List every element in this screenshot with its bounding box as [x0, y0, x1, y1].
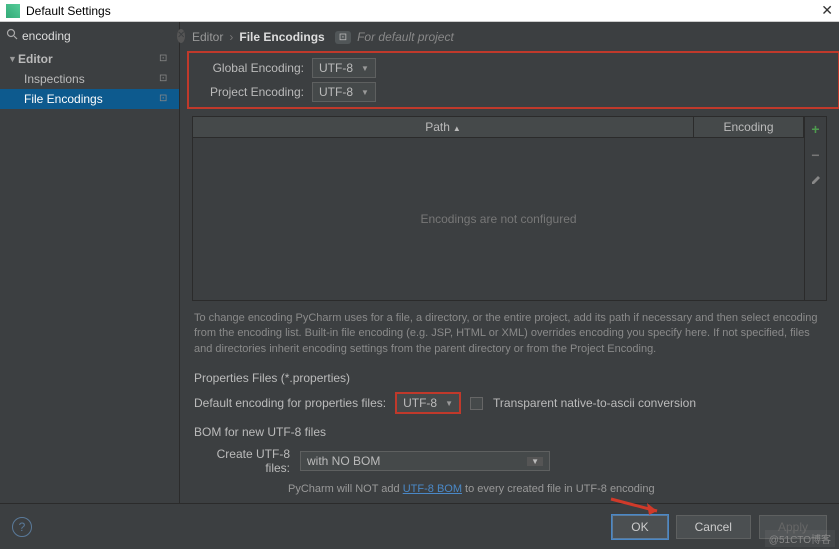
project-encoding-label: Project Encoding:	[204, 85, 304, 99]
close-icon[interactable]: ✕	[821, 2, 833, 19]
global-encoding-dropdown[interactable]: UTF-8 ▼	[312, 58, 376, 78]
caret-down-icon: ▼	[445, 399, 453, 408]
caret-down-icon: ▼	[527, 457, 543, 466]
help-text: To change encoding PyCharm uses for a fi…	[180, 301, 839, 365]
cancel-button[interactable]: Cancel	[676, 515, 751, 539]
sidebar-item-file-encodings[interactable]: File Encodings ⊡	[0, 89, 179, 109]
create-utf8-select[interactable]: with NO BOM ▼	[300, 451, 550, 471]
utf8-bom-link[interactable]: UTF-8 BOM	[403, 483, 462, 495]
search-icon	[6, 28, 18, 43]
project-encoding-dropdown[interactable]: UTF-8 ▼	[312, 82, 376, 102]
chevron-down-icon: ▼	[8, 54, 18, 64]
ok-button[interactable]: OK	[612, 515, 667, 539]
breadcrumb-parent[interactable]: Editor	[192, 30, 223, 44]
edit-icon[interactable]	[810, 173, 822, 189]
transparent-ascii-label: Transparent native-to-ascii conversion	[493, 396, 696, 410]
breadcrumb-current: File Encodings	[239, 30, 324, 44]
global-encoding-row: Global Encoding: UTF-8 ▼	[192, 56, 835, 80]
search-input[interactable]	[22, 29, 177, 43]
properties-encoding-dropdown[interactable]: UTF-8 ▼	[396, 393, 460, 413]
app-icon	[6, 4, 20, 18]
bom-row: Create UTF-8 files: with NO BOM ▼	[180, 441, 839, 481]
caret-down-icon: ▼	[361, 64, 369, 73]
remove-icon[interactable]: −	[811, 147, 819, 163]
sidebar-item-editor[interactable]: ▼ Editor ⊡	[0, 49, 179, 69]
add-icon[interactable]: +	[811, 121, 819, 137]
column-path[interactable]: Path▲	[193, 117, 694, 137]
sort-asc-icon: ▲	[453, 124, 461, 133]
bom-note: PyCharm will NOT add UTF-8 BOM to every …	[180, 481, 839, 503]
sidebar-item-inspections[interactable]: Inspections ⊡	[0, 69, 179, 89]
properties-row: Default encoding for properties files: U…	[180, 387, 839, 419]
bom-section-title: BOM for new UTF-8 files	[180, 419, 839, 441]
scope-badge-icon: ⊡	[159, 53, 171, 65]
chevron-right-icon: ›	[229, 30, 233, 44]
select-value: with NO BOM	[307, 454, 527, 468]
titlebar: Default Settings ✕	[0, 0, 839, 22]
breadcrumb-scope: For default project	[357, 30, 454, 44]
sidebar-item-label: File Encodings	[24, 92, 159, 106]
sidebar-item-label: Editor	[18, 52, 159, 66]
scope-badge-icon: ⊡	[159, 73, 171, 85]
sidebar: ✕ ▼ Editor ⊡ Inspections ⊡ File Encoding…	[0, 22, 180, 503]
table-actions: + −	[804, 117, 826, 300]
dropdown-value: UTF-8	[319, 61, 353, 75]
search-bar: ✕	[0, 22, 179, 49]
content-pane: Editor › File Encodings ⊡ For default pr…	[180, 22, 839, 503]
help-icon[interactable]: ?	[12, 517, 32, 537]
scope-badge-icon: ⊡	[159, 93, 171, 105]
dropdown-value: UTF-8	[319, 85, 353, 99]
dropdown-value: UTF-8	[403, 396, 437, 410]
column-encoding[interactable]: Encoding	[694, 117, 804, 137]
create-utf8-label: Create UTF-8 files:	[194, 447, 290, 475]
settings-tree: ▼ Editor ⊡ Inspections ⊡ File Encodings …	[0, 49, 179, 503]
table-empty-message: Encodings are not configured	[193, 138, 804, 300]
window-title: Default Settings	[26, 4, 821, 18]
properties-encoding-label: Default encoding for properties files:	[194, 396, 386, 410]
table-header: Path▲ Encoding	[193, 117, 804, 138]
transparent-ascii-checkbox[interactable]	[470, 397, 483, 410]
sidebar-item-label: Inspections	[24, 72, 159, 86]
breadcrumb: Editor › File Encodings ⊡ For default pr…	[180, 22, 839, 52]
caret-down-icon: ▼	[361, 88, 369, 97]
encodings-table: Path▲ Encoding Encodings are not configu…	[192, 116, 827, 301]
watermark: @51CTO博客	[765, 530, 835, 547]
project-encoding-row: Project Encoding: UTF-8 ▼	[192, 80, 835, 104]
properties-section-title: Properties Files (*.properties)	[180, 365, 839, 387]
global-encoding-label: Global Encoding:	[204, 61, 304, 75]
dialog-footer: ? OK Cancel Apply	[0, 503, 839, 549]
scope-badge-icon: ⊡	[335, 31, 351, 44]
